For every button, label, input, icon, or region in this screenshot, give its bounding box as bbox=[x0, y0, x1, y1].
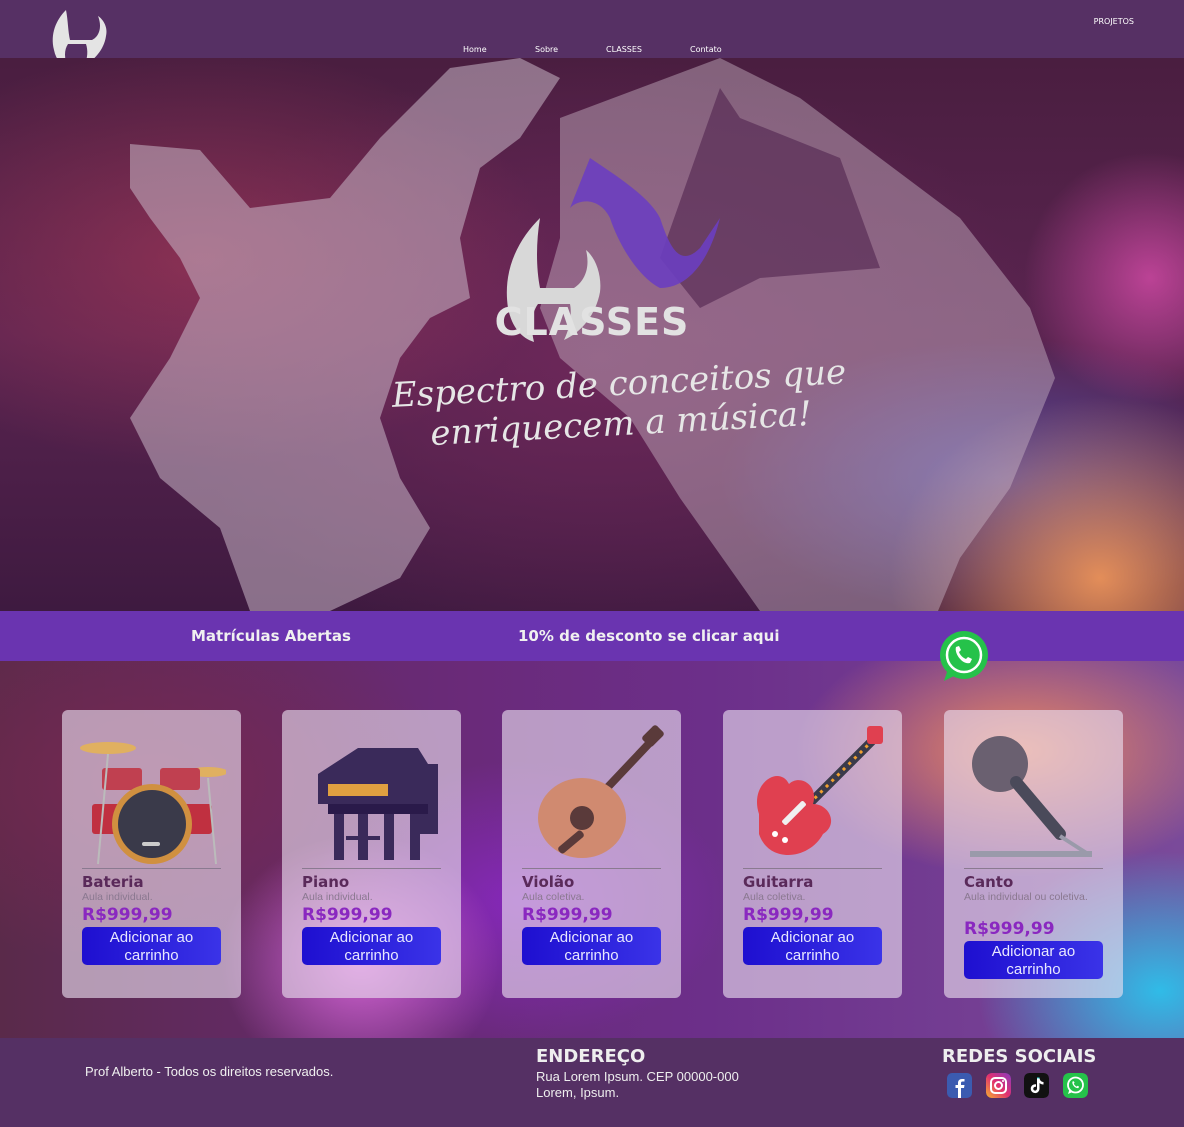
enrollment-open-text: Matrículas Abertas bbox=[191, 627, 351, 645]
tiktok-icon[interactable] bbox=[1024, 1073, 1049, 1098]
card-description: Aula individual. bbox=[302, 891, 373, 903]
nav-sobre[interactable]: Sobre bbox=[535, 45, 558, 54]
address-line: Rua Lorem Ipsum. CEP 00000-000 bbox=[536, 1069, 739, 1084]
card-title: Piano bbox=[302, 873, 350, 891]
classes-section: Bateria Aula individual. R$999,99 Adicio… bbox=[0, 661, 1184, 1038]
electric-guitar-icon bbox=[756, 726, 883, 856]
card-title: Bateria bbox=[82, 873, 144, 891]
class-card-canto: Canto Aula individual ou coletiva. R$999… bbox=[944, 710, 1123, 998]
site-footer: Prof Alberto - Todos os direitos reserva… bbox=[0, 1038, 1184, 1127]
nav-classes[interactable]: CLASSES bbox=[606, 45, 642, 54]
card-price: R$999,99 bbox=[964, 919, 1055, 939]
card-divider bbox=[522, 868, 661, 869]
facebook-icon[interactable] bbox=[947, 1073, 972, 1098]
social-title: REDES SOCIAIS bbox=[942, 1046, 1097, 1067]
add-to-cart-button[interactable]: Adicionar ao carrinho bbox=[82, 927, 221, 965]
class-card-violao: Violão Aula coletiva. R$999,99 Adicionar… bbox=[502, 710, 681, 998]
copyright-text: Prof Alberto - Todos os direitos reserva… bbox=[85, 1064, 334, 1079]
microphone-icon bbox=[970, 736, 1092, 857]
card-price: R$999,99 bbox=[82, 905, 173, 925]
hero-banner: CLASSES Espectro de conceitos que enriqu… bbox=[0, 58, 1184, 611]
card-divider bbox=[964, 868, 1103, 869]
hero-title: CLASSES bbox=[494, 300, 690, 344]
card-title: Violão bbox=[522, 873, 575, 891]
nav-projetos[interactable]: PROJETOS bbox=[1094, 17, 1134, 26]
instagram-icon[interactable] bbox=[986, 1073, 1011, 1098]
card-description: Aula individual ou coletiva. bbox=[964, 891, 1088, 903]
add-to-cart-button[interactable]: Adicionar ao carrinho bbox=[743, 927, 882, 965]
whatsapp-icon[interactable] bbox=[1063, 1073, 1088, 1098]
nav-home[interactable]: Home bbox=[463, 45, 487, 54]
card-description: Aula coletiva. bbox=[522, 891, 585, 903]
drum-kit-icon bbox=[80, 742, 226, 865]
card-title: Canto bbox=[964, 873, 1014, 891]
promo-bar: Matrículas Abertas 10% de desconto se cl… bbox=[0, 611, 1184, 661]
card-divider bbox=[82, 868, 221, 869]
add-to-cart-button[interactable]: Adicionar ao carrinho bbox=[302, 927, 441, 965]
nav-contato[interactable]: Contato bbox=[690, 45, 722, 54]
card-divider bbox=[743, 868, 882, 869]
class-card-guitarra: Guitarra Aula coletiva. R$999,99 Adicion… bbox=[723, 710, 902, 998]
address-title: ENDEREÇO bbox=[536, 1046, 646, 1067]
add-to-cart-button[interactable]: Adicionar ao carrinho bbox=[964, 941, 1103, 979]
card-price: R$999,99 bbox=[522, 905, 613, 925]
class-card-bateria: Bateria Aula individual. R$999,99 Adicio… bbox=[62, 710, 241, 998]
card-description: Aula coletiva. bbox=[743, 891, 806, 903]
site-header: Home Sobre CLASSES Contato PROJETOS bbox=[0, 0, 1184, 68]
add-to-cart-button[interactable]: Adicionar ao carrinho bbox=[522, 927, 661, 965]
class-card-piano: Piano Aula individual. R$999,99 Adiciona… bbox=[282, 710, 461, 998]
address-line: Lorem, Ipsum. bbox=[536, 1085, 620, 1100]
card-title: Guitarra bbox=[743, 873, 814, 891]
acoustic-guitar-icon bbox=[538, 725, 664, 858]
card-price: R$999,99 bbox=[743, 905, 834, 925]
whatsapp-float-icon[interactable] bbox=[938, 631, 990, 683]
card-price: R$999,99 bbox=[302, 905, 393, 925]
card-description: Aula individual. bbox=[82, 891, 153, 903]
piano-icon bbox=[318, 748, 438, 860]
discount-link[interactable]: 10% de desconto se clicar aqui bbox=[518, 627, 779, 645]
card-divider bbox=[302, 868, 441, 869]
